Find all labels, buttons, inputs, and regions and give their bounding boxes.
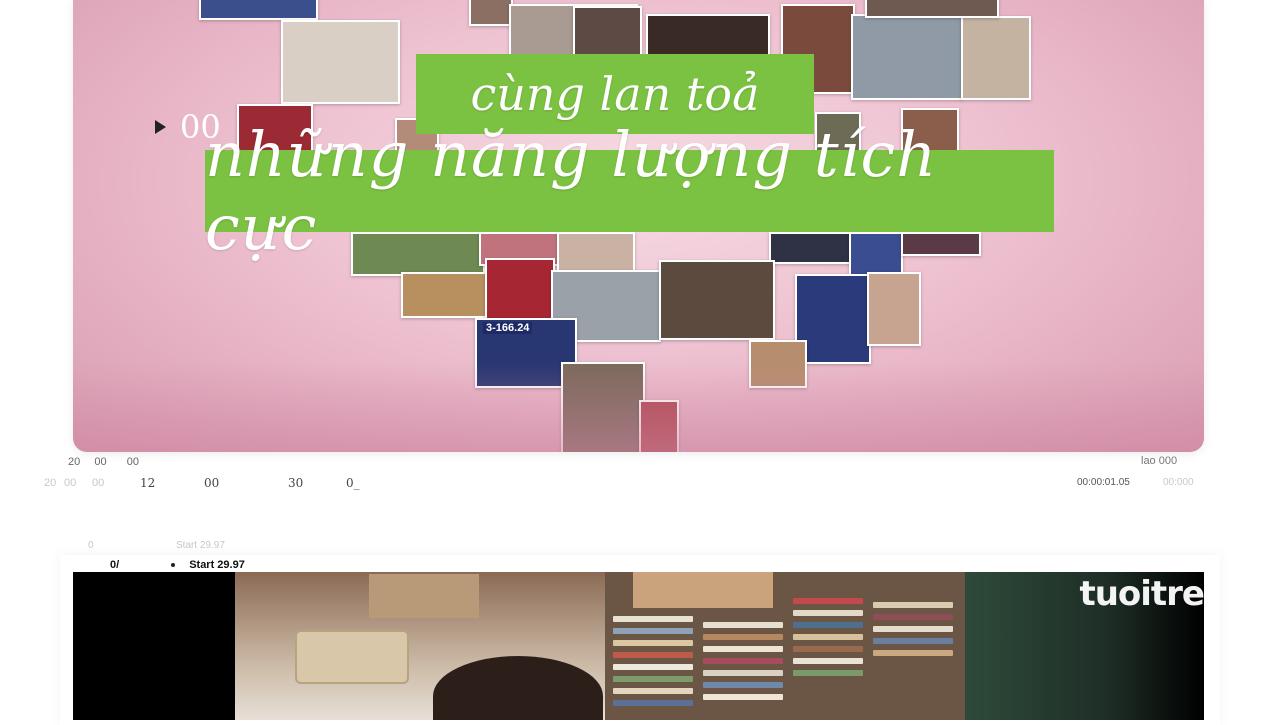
- book-stack: [793, 634, 863, 640]
- collage-photo: [867, 272, 921, 346]
- tile-badge: 3-166.24: [483, 322, 533, 334]
- marker-label: 0/: [110, 559, 120, 571]
- scene-left-dark: [73, 572, 235, 720]
- collage-photo: [469, 0, 513, 26]
- ruler-tick: 12: [140, 476, 156, 490]
- scene-basket: [295, 630, 409, 684]
- book-stack: [703, 646, 783, 652]
- book-stack: [703, 622, 783, 628]
- collage-photo: [401, 272, 491, 318]
- book-stack: [873, 602, 953, 608]
- collage-photo: [199, 0, 318, 20]
- book-stack: [793, 658, 863, 664]
- readout-value: 00: [94, 456, 107, 468]
- book-stack: [793, 670, 863, 676]
- book-stack: [793, 610, 863, 616]
- book-stack: [613, 628, 693, 634]
- readout-value: 20: [68, 456, 81, 468]
- collage-photo: [865, 0, 999, 18]
- book-stack: [703, 634, 783, 640]
- ruler-tick: 30: [288, 476, 304, 490]
- ruler-tick: 00: [64, 477, 77, 489]
- book-stack: [873, 650, 953, 656]
- timeline-left-readout: 20 00 00: [68, 456, 139, 468]
- ruler-tick: 0_: [346, 476, 360, 490]
- banner-main: những năng lượng tích cực: [205, 118, 1054, 264]
- book-stack: [793, 646, 863, 652]
- book-stack: [613, 664, 693, 670]
- book-stack: [613, 616, 693, 622]
- book-stack: [793, 598, 863, 604]
- book-stack: [873, 626, 953, 632]
- book-stack: [703, 658, 783, 664]
- scene-cardboard: [633, 572, 773, 608]
- book-stack: [613, 676, 693, 682]
- timecode-faint: 00:000: [1163, 477, 1194, 488]
- counter-value: 00: [180, 108, 221, 146]
- book-stack: [613, 700, 693, 706]
- book-stack: [873, 638, 953, 644]
- collage-photo: [646, 14, 770, 58]
- tuoitre-logo: tuoitre: [1079, 574, 1204, 614]
- collage-photo: [659, 260, 775, 340]
- video-player-top[interactable]: 3-166.24 cùng lan toả những năng lượng t…: [73, 0, 1204, 452]
- book-stack: [613, 652, 693, 658]
- book-stack: [703, 682, 783, 688]
- video-player-bottom[interactable]: tuoitre: [73, 572, 1204, 720]
- play-icon[interactable]: [155, 120, 166, 134]
- ruler-tick: 20: [44, 477, 57, 489]
- book-stack: [793, 622, 863, 628]
- collage-photo: [961, 16, 1031, 100]
- book-stack: [873, 614, 953, 620]
- book-stack: [613, 688, 693, 694]
- marker-row[interactable]: 0/ Start 29.97: [110, 559, 245, 571]
- collage-photo: [851, 14, 963, 100]
- book-stack: [613, 640, 693, 646]
- play-counter[interactable]: 00: [155, 108, 221, 146]
- timeline-right-readout: lao 000: [1141, 455, 1178, 467]
- collage-photo: [573, 6, 642, 58]
- readout-value: 00: [126, 456, 139, 468]
- collage-photo: [281, 20, 400, 104]
- book-stack: [703, 694, 783, 700]
- marker-dot-icon: [171, 563, 176, 567]
- book-stack: [703, 670, 783, 676]
- ruler-tick: 00: [92, 477, 105, 489]
- scene-sign: [369, 574, 479, 618]
- start-marker-label[interactable]: Start 29.97: [189, 559, 245, 571]
- collage-photo: [485, 258, 555, 324]
- player-bottom-gradient: [73, 362, 1204, 452]
- marker-faint-start: Start 29.97: [176, 540, 225, 551]
- timecode: 00:00:01.05: [1077, 477, 1130, 488]
- ruler-tick: 00: [204, 476, 220, 490]
- marker-faint-zero: 0: [88, 540, 94, 551]
